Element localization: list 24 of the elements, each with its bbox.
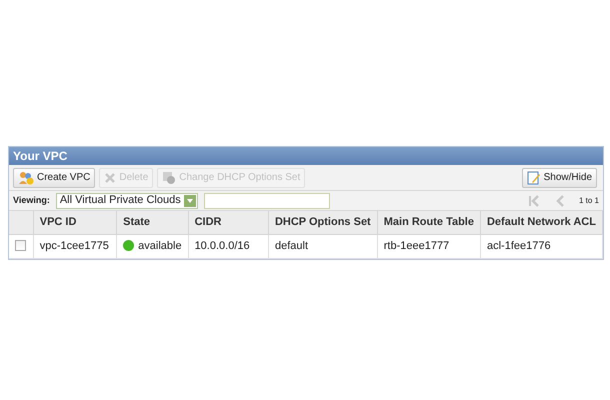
search-field[interactable]	[204, 192, 330, 208]
panel-title: Your VPC	[13, 150, 68, 162]
column-header[interactable]: Default Network ACL	[480, 211, 602, 234]
table-cell: vpc-1cee1775	[33, 234, 117, 258]
column-header[interactable]: CIDR	[188, 211, 268, 234]
column-header[interactable]: State	[116, 211, 188, 234]
people-icon	[18, 170, 34, 184]
page-range: 1 to 1	[578, 194, 599, 206]
row-checkbox[interactable]	[15, 240, 26, 252]
delete-icon	[104, 172, 116, 184]
column-header[interactable]: VPC ID	[33, 211, 117, 234]
column-header[interactable]: DHCP Options Set	[268, 211, 378, 234]
edit-icon	[526, 170, 541, 184]
create-button[interactable]: Create VPC	[13, 168, 96, 188]
column-header[interactable]: Main Route Table	[377, 211, 480, 234]
table-row[interactable]: vpc-1cee1775 available 10.0.0.0/16 default rtb-1eee1777 acl-1fee1776	[9, 234, 602, 258]
table-cell: rtb-1eee1777	[377, 234, 480, 258]
table-cell: default	[268, 234, 378, 258]
view-dropdown[interactable]: All Virtual Private Clouds	[56, 192, 198, 208]
show-hide-button[interactable]: Show/Hide	[522, 168, 597, 188]
table-cell: 10.0.0.0/16	[188, 234, 268, 258]
viewing-label: Viewing:	[13, 194, 50, 207]
state-text: available	[138, 240, 182, 252]
table-cell: acl-1fee1776	[480, 234, 602, 258]
